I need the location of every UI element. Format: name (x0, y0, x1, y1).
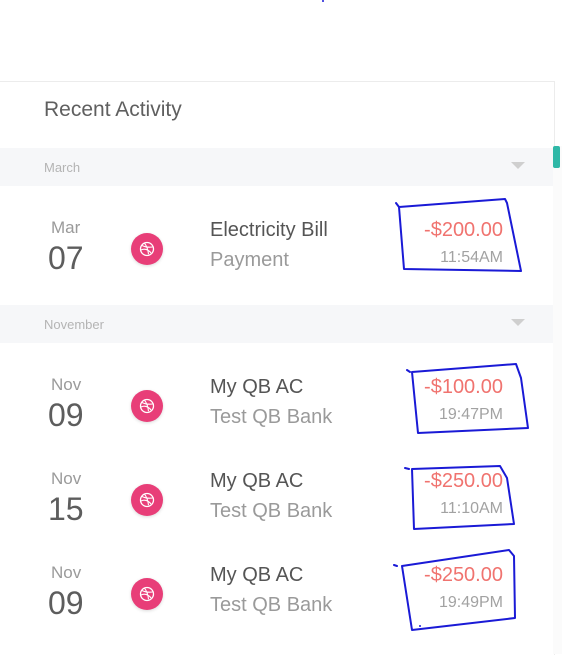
transaction-name: My QB AC (210, 470, 304, 492)
transaction-month: Nov (51, 375, 82, 394)
transaction-time: 19:49PM (438, 594, 503, 611)
transaction-amount: -$100.00 (424, 376, 503, 398)
transaction-row[interactable]: Nov 15 My QB AC Test QB Bank -$250.00 11… (0, 451, 553, 545)
transaction-subtitle: Test QB Bank (210, 500, 333, 522)
transaction-day: 15 (48, 491, 84, 527)
transaction-day: 07 (48, 240, 84, 276)
dribbble-icon (131, 233, 163, 265)
transaction-name: Electricity Bill (210, 219, 328, 241)
transaction-time: 19:47PM (438, 406, 503, 423)
transaction-day: 09 (48, 397, 84, 433)
transaction-month: Mar (51, 218, 81, 237)
section-header-november[interactable]: November (0, 305, 553, 343)
section-label: November (44, 317, 104, 332)
transaction-row[interactable]: Nov 09 My QB AC Test QB Bank -$250.00 19… (0, 545, 553, 639)
transaction-month: Nov (51, 563, 82, 582)
transaction-subtitle: Payment (210, 249, 289, 271)
chevron-down-icon[interactable] (511, 162, 525, 169)
transaction-day: 09 (48, 585, 84, 621)
section-header-march[interactable]: March (0, 148, 553, 186)
transaction-time: 11:54AM (440, 249, 503, 266)
chevron-down-icon[interactable] (511, 319, 525, 326)
dribbble-icon (131, 390, 163, 422)
transaction-row[interactable]: Nov 09 My QB AC Test QB Bank -$100.00 19… (0, 357, 553, 451)
transaction-time: 11:10AM (440, 500, 503, 517)
transaction-subtitle: Test QB Bank (210, 594, 333, 616)
transaction-name: My QB AC (210, 564, 304, 586)
transaction-name: My QB AC (210, 376, 304, 398)
transaction-subtitle: Test QB Bank (210, 406, 333, 428)
section-label: March (44, 160, 81, 175)
transaction-row[interactable]: Mar 07 Electricity Bill Payment -$200.00… (0, 200, 553, 294)
transaction-amount: -$200.00 (424, 219, 503, 241)
scrollbar-thumb[interactable] (553, 146, 560, 168)
transaction-amount: -$250.00 (424, 564, 503, 586)
dribbble-icon (131, 484, 163, 516)
dribbble-icon (131, 578, 163, 610)
scrollbar-track[interactable] (553, 146, 562, 654)
page-title: Recent Activity (44, 98, 182, 121)
transaction-month: Nov (51, 469, 82, 488)
annotation-dot (322, 0, 324, 2)
transaction-amount: -$250.00 (424, 470, 503, 492)
